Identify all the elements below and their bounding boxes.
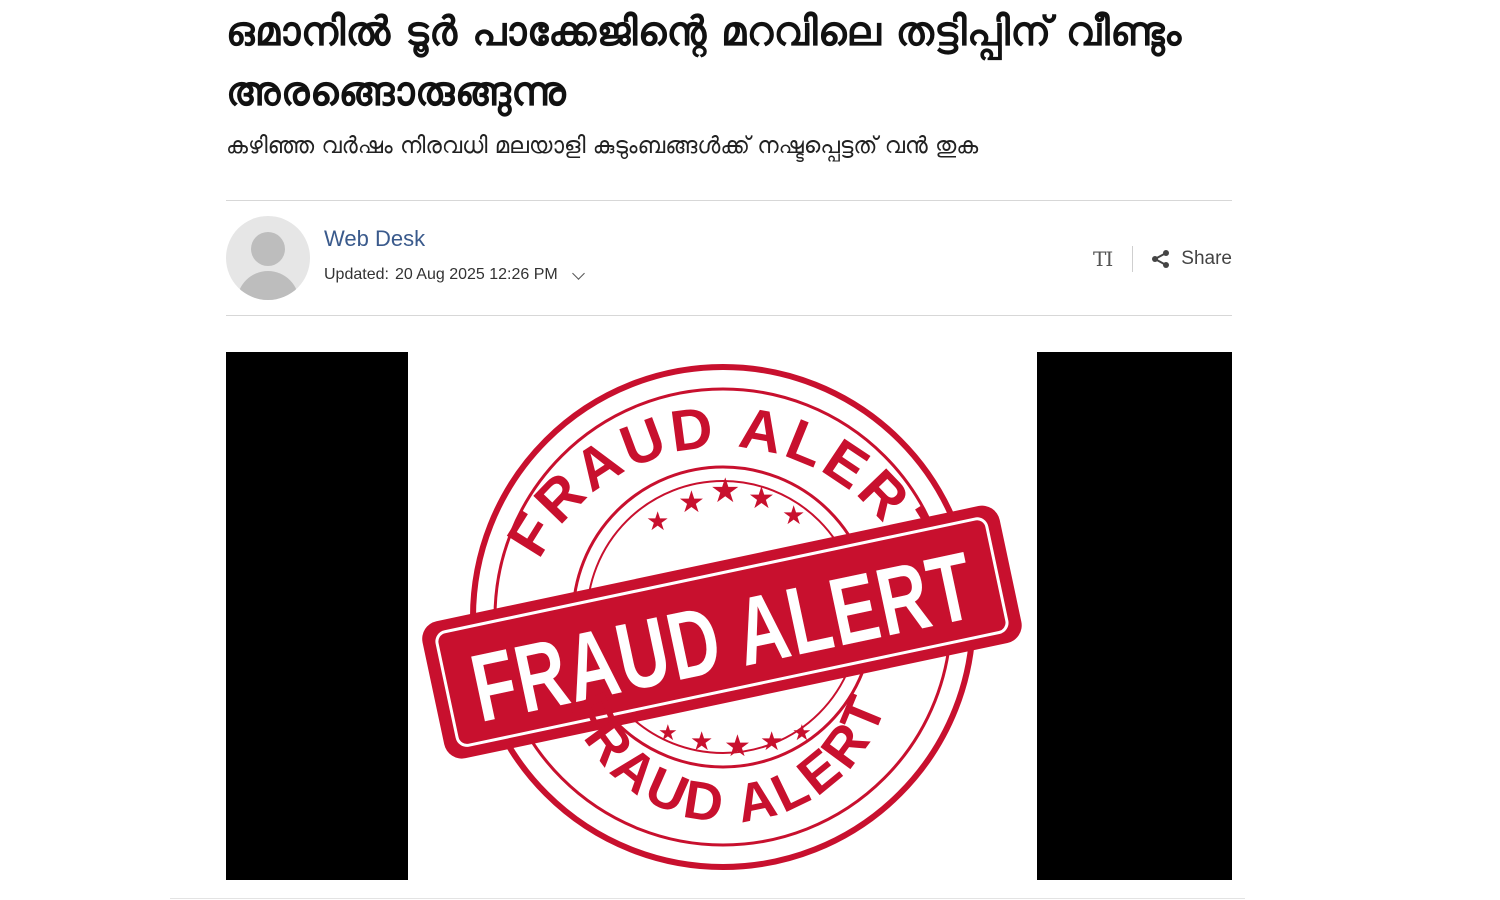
svg-text:★: ★ bbox=[724, 729, 751, 764]
svg-text:★: ★ bbox=[710, 471, 740, 511]
footer-divider bbox=[170, 898, 1245, 899]
share-icon bbox=[1152, 250, 1170, 268]
headline: ഒമാനിൽ ടൂർ പാക്കേജിന്റെ മറവിലെ തട്ടിപ്പി… bbox=[226, 9, 1182, 115]
chevron-down-icon[interactable] bbox=[571, 266, 585, 280]
fraud-alert-stamp: FRAUD ALERT ★ ★ ★ ★ ★ FRAUD ALERT ★ ★ ★ … bbox=[422, 364, 1022, 870]
svg-text:★: ★ bbox=[658, 721, 678, 746]
image-stage: FRAUD ALERT ★ ★ ★ ★ ★ FRAUD ALERT ★ ★ ★ … bbox=[408, 352, 1037, 880]
svg-text:★: ★ bbox=[748, 481, 775, 516]
svg-text:★: ★ bbox=[678, 485, 705, 520]
tools-separator bbox=[1132, 246, 1134, 272]
avatar-head bbox=[251, 232, 285, 266]
default-user-avatar-icon[interactable] bbox=[226, 216, 310, 300]
divider-bottom bbox=[226, 315, 1232, 316]
subheadline: കഴിഞ്ഞ വർഷം നിരവധി മലയാളി കുടുംബങ്ങൾക്ക്… bbox=[226, 133, 979, 159]
svg-text:★: ★ bbox=[646, 507, 669, 537]
updated-label: Updated: bbox=[324, 266, 389, 283]
updated-timestamp: Updated: 20 Aug 2025 12:26 PM bbox=[324, 266, 585, 284]
article-image[interactable]: FRAUD ALERT ★ ★ ★ ★ ★ FRAUD ALERT ★ ★ ★ … bbox=[226, 352, 1232, 880]
svg-text:★: ★ bbox=[760, 727, 783, 757]
share-label: Share bbox=[1181, 248, 1232, 269]
share-button[interactable]: Share bbox=[1151, 248, 1232, 270]
stars-top: ★ ★ ★ ★ ★ bbox=[646, 471, 805, 537]
article-tools: TI Share bbox=[1093, 246, 1232, 272]
avatar-shoulders bbox=[237, 271, 299, 300]
divider-top bbox=[226, 200, 1232, 201]
author-link[interactable]: Web Desk bbox=[324, 226, 425, 252]
svg-text:★: ★ bbox=[690, 727, 713, 757]
article-header: ഒമാനിൽ ടൂർ പാക്കേജിന്റെ മറവിലെ തട്ടിപ്പി… bbox=[226, 0, 1232, 162]
byline: Web Desk Updated: 20 Aug 2025 12:26 PM T… bbox=[226, 216, 1232, 302]
svg-text:★: ★ bbox=[782, 501, 805, 531]
updated-value: 20 Aug 2025 12:26 PM bbox=[394, 266, 558, 283]
text-size-button[interactable]: TI bbox=[1093, 247, 1113, 271]
